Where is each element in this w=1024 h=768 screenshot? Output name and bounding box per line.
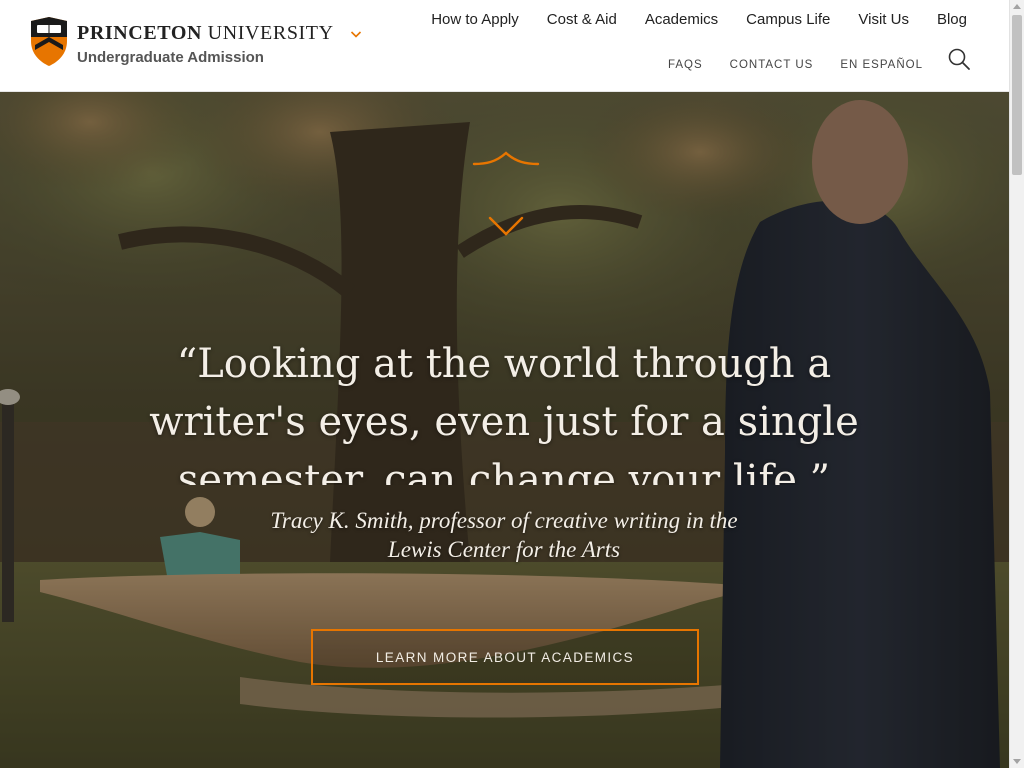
- hero-quote: “Looking at the world through a writer's…: [149, 341, 859, 485]
- search-icon: [948, 48, 970, 70]
- primary-nav-item: Cost & Aid: [547, 11, 617, 29]
- utility-link-faqs[interactable]: FAQS: [668, 59, 703, 71]
- nav-link-visit-us[interactable]: Visit Us: [858, 11, 909, 28]
- scroll-up-arrow-icon[interactable]: [1013, 4, 1021, 9]
- utility-nav-item: CONTACT US: [730, 55, 814, 73]
- utility-nav-item: EN ESPAÑOL: [840, 55, 923, 73]
- wordmark: PRINCETON UNIVERSITY: [77, 21, 334, 45]
- unit-name: Undergraduate Admission: [77, 49, 264, 66]
- chevron-down-icon[interactable]: [350, 30, 362, 39]
- scrollbar-thumb[interactable]: [1012, 15, 1022, 175]
- site-header: PRINCETON UNIVERSITY Undergraduate Admis…: [0, 0, 1009, 92]
- utility-nav-item: FAQS: [668, 55, 703, 73]
- search-button[interactable]: [947, 47, 971, 71]
- utility-link-en-espanol[interactable]: EN ESPAÑOL: [840, 59, 923, 71]
- quote-attribution: Tracy K. Smith, professor of creative wr…: [204, 506, 804, 564]
- primary-nav-item: How to Apply: [431, 11, 519, 29]
- nav-link-campus-life[interactable]: Campus Life: [746, 11, 830, 28]
- nav-link-how-to-apply[interactable]: How to Apply: [431, 11, 519, 28]
- primary-nav-item: Academics: [645, 11, 718, 29]
- page-scrollbar[interactable]: [1009, 0, 1024, 768]
- primary-nav-item: Campus Life: [746, 11, 830, 29]
- hero-section: “Looking at the world through a writer's…: [0, 92, 1009, 768]
- princeton-shield-icon: [31, 17, 67, 66]
- attribution-line-1: Tracy K. Smith, professor of creative wr…: [270, 508, 738, 533]
- wordmark-university: UNIVERSITY: [207, 22, 334, 44]
- attribution-line-2: Lewis Center for the Arts: [387, 537, 621, 562]
- learn-more-academics-button[interactable]: LEARN MORE ABOUT ACADEMICS: [311, 629, 699, 685]
- primary-nav-item: Visit Us: [858, 11, 909, 29]
- utility-nav: FAQS CONTACT US EN ESPAÑOL: [668, 55, 923, 73]
- nav-link-academics[interactable]: Academics: [645, 11, 718, 28]
- scroll-down-arrow-icon[interactable]: [1013, 759, 1021, 764]
- wordmark-princeton: PRINCETON: [77, 22, 203, 44]
- primary-nav: How to Apply Cost & Aid Academics Campus…: [431, 11, 967, 29]
- princeton-logo-link[interactable]: PRINCETON UNIVERSITY Undergraduate Admis…: [30, 17, 370, 71]
- orange-ornament-icon: [472, 151, 540, 236]
- nav-link-blog[interactable]: Blog: [937, 11, 967, 28]
- utility-link-contact-us[interactable]: CONTACT US: [730, 59, 814, 71]
- primary-nav-item: Blog: [937, 11, 967, 29]
- nav-link-cost-and-aid[interactable]: Cost & Aid: [547, 11, 617, 28]
